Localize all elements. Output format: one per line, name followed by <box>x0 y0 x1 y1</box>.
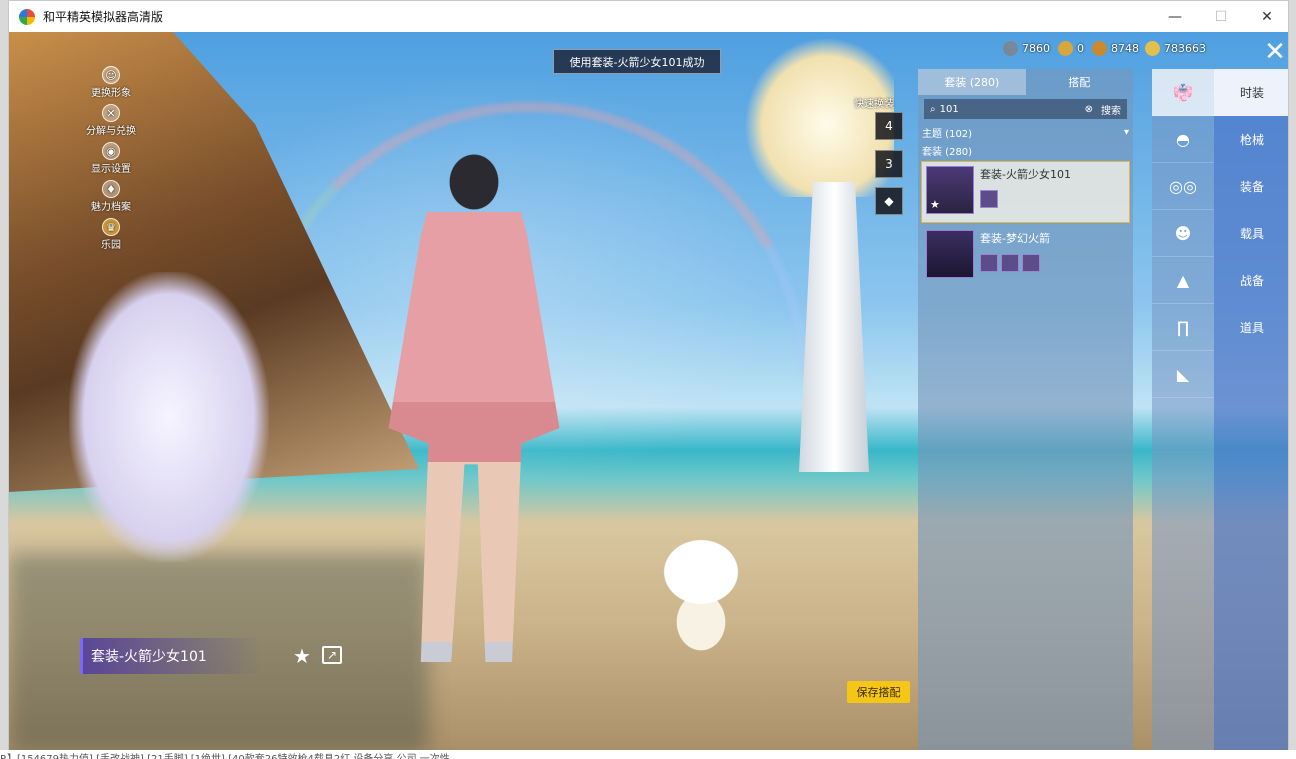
theme-filter[interactable]: 主题 (102) ▾ <box>918 123 1133 141</box>
outfit-card-dream-rocket[interactable]: 套装-梦幻火箭 <box>921 225 1130 287</box>
quick-swap-label: 快速换装 <box>854 99 894 110</box>
game-viewport: 使用套装-火箭少女101成功 ☺ 更换形象 ✕ 分解与兑换 ◉ 显示设置 ♦ 魅… <box>9 32 1288 751</box>
success-toast: 使用套装-火箭少女101成功 <box>553 49 721 74</box>
theme-filter-label: 主题 (102) <box>922 128 973 140</box>
sheep-pet <box>649 522 754 662</box>
eye-icon: ◉ <box>102 142 120 160</box>
left-menu-label: 更换形象 <box>91 88 131 99</box>
category-column: 👘 ◓ ◎◎ ☻ ▲ ∏ ◣ <box>1152 69 1214 751</box>
display-settings-button[interactable]: ◉ 显示设置 <box>71 142 151 180</box>
outfit-thumbnail: ★ <box>926 166 974 214</box>
close-window-button[interactable]: ✕ <box>1244 1 1288 32</box>
currency-value: 783663 <box>1164 42 1206 55</box>
outfit-name: 套装-梦幻火箭 <box>980 232 1050 245</box>
left-menu-label: 乐园 <box>101 240 121 251</box>
outfit-icon[interactable]: 👘 <box>1152 69 1214 116</box>
nav-combat-gear[interactable]: 战备 <box>1214 257 1288 304</box>
app-logo-icon <box>19 8 35 25</box>
outfit-thumbnail <box>926 230 974 278</box>
bronze-coin-icon <box>1092 41 1107 56</box>
quick-slot-4[interactable]: 4 <box>875 112 903 140</box>
dragon-statue <box>744 37 894 197</box>
deer-pet <box>69 272 269 562</box>
close-wardrobe-button[interactable]: ✕ <box>1260 37 1288 67</box>
lighthouse-scene <box>799 182 869 472</box>
current-outfit-label: 套装-火箭少女101 <box>80 638 260 674</box>
ticket-coin-icon <box>1058 41 1073 56</box>
outfit-part-icon <box>980 190 998 208</box>
currency-value: 8748 <box>1111 42 1139 55</box>
quick-slot-emblem[interactable]: ◆ <box>875 187 903 215</box>
share-icon[interactable]: ↗ <box>322 646 342 664</box>
tab-outfits[interactable]: 搭配 <box>1026 69 1134 95</box>
currency-gold-ticket: 0 <box>1058 41 1084 56</box>
silver-coin-icon <box>1003 41 1018 56</box>
outfit-card-rocket-girls[interactable]: ★ 套装-火箭少女101 <box>921 161 1130 223</box>
nav-firearms[interactable]: 枪械 <box>1214 116 1288 163</box>
decompose-button[interactable]: ✕ 分解与兑换 <box>71 104 151 142</box>
park-button[interactable]: ♛ 乐园 <box>71 218 151 256</box>
nav-fashion[interactable]: 时装 <box>1214 69 1288 116</box>
hat-icon[interactable]: ◓ <box>1152 116 1214 163</box>
shoes-icon[interactable]: ◣ <box>1152 351 1214 398</box>
maximize-button[interactable]: ☐ <box>1198 1 1244 32</box>
search-bar: ⌕ 101 ⊗ 搜索 <box>924 99 1127 119</box>
nav-vehicles[interactable]: 载具 <box>1214 210 1288 257</box>
currency-silver: 7860 <box>1003 41 1050 56</box>
panel-tabs: 套装 (280) 搭配 <box>918 69 1133 95</box>
tab-suits[interactable]: 套装 (280) <box>918 69 1026 95</box>
left-menu: ☺ 更换形象 ✕ 分解与兑换 ◉ 显示设置 ♦ 魅力档案 ♛ 乐园 <box>71 66 151 256</box>
nav-equipment[interactable]: 装备 <box>1214 163 1288 210</box>
currency-value: 7860 <box>1022 42 1050 55</box>
quick-slot-3[interactable]: 3 <box>875 150 903 178</box>
minimize-button[interactable]: — <box>1152 1 1198 32</box>
nav-items[interactable]: 道具 <box>1214 304 1288 351</box>
background-text-strip: R】[154679热力值] [手改战神] [21手脚] [1绝世] [40款套2… <box>0 750 1296 759</box>
currency-value: 0 <box>1077 42 1084 55</box>
save-outfit-button[interactable]: 保存搭配 <box>847 681 910 703</box>
pants-icon[interactable]: ∏ <box>1152 304 1214 351</box>
search-button[interactable]: 搜索 <box>1101 102 1121 117</box>
charm-icon: ♦ <box>102 180 120 198</box>
currency-bronze: 8748 <box>1092 41 1139 56</box>
change-avatar-button[interactable]: ☺ 更换形象 <box>71 66 151 104</box>
top-icon[interactable]: ▲ <box>1152 257 1214 304</box>
outfit-panel: 套装 (280) 搭配 ⌕ 101 ⊗ 搜索 主题 (102) ▾ 套装 (28… <box>918 69 1133 751</box>
left-menu-label: 分解与兑换 <box>86 126 136 137</box>
clear-search-icon[interactable]: ⊗ <box>1085 104 1093 115</box>
decompose-icon: ✕ <box>102 104 120 122</box>
window-title: 和平精英模拟器高清版 <box>43 10 164 24</box>
favorite-star-icon: ★ <box>930 198 940 211</box>
outfit-name: 套装-火箭少女101 <box>980 168 1071 181</box>
glasses-icon[interactable]: ◎◎ <box>1152 163 1214 210</box>
favorite-star-icon[interactable]: ★ <box>293 644 311 668</box>
left-menu-label: 显示设置 <box>91 164 131 175</box>
suits-count-label: 套装 (280) <box>922 146 973 158</box>
outfit-part-icon <box>1022 254 1040 272</box>
title-bar: 和平精英模拟器高清版 — ☐ ✕ <box>9 1 1288 32</box>
currency-gold: 783663 <box>1145 41 1206 56</box>
park-icon: ♛ <box>102 218 120 236</box>
dropdown-arrow-icon: ▾ <box>1123 126 1129 138</box>
app-window: 和平精英模拟器高清版 — ☐ ✕ 使用套装-火箭少女101成功 ☺ 更换形象 ✕… <box>8 0 1289 752</box>
left-menu-label: 魅力档案 <box>91 202 131 213</box>
outfit-part-icon <box>980 254 998 272</box>
gold-coin-icon <box>1145 41 1160 56</box>
search-input[interactable]: 101 <box>940 104 1085 115</box>
face-icon[interactable]: ☻ <box>1152 210 1214 257</box>
avatar-icon: ☺ <box>102 66 120 84</box>
charm-profile-button[interactable]: ♦ 魅力档案 <box>71 180 151 218</box>
right-nav: 时装 枪械 装备 载具 战备 道具 <box>1214 69 1288 751</box>
outfit-part-icon <box>1001 254 1019 272</box>
search-icon: ⌕ <box>930 103 936 115</box>
